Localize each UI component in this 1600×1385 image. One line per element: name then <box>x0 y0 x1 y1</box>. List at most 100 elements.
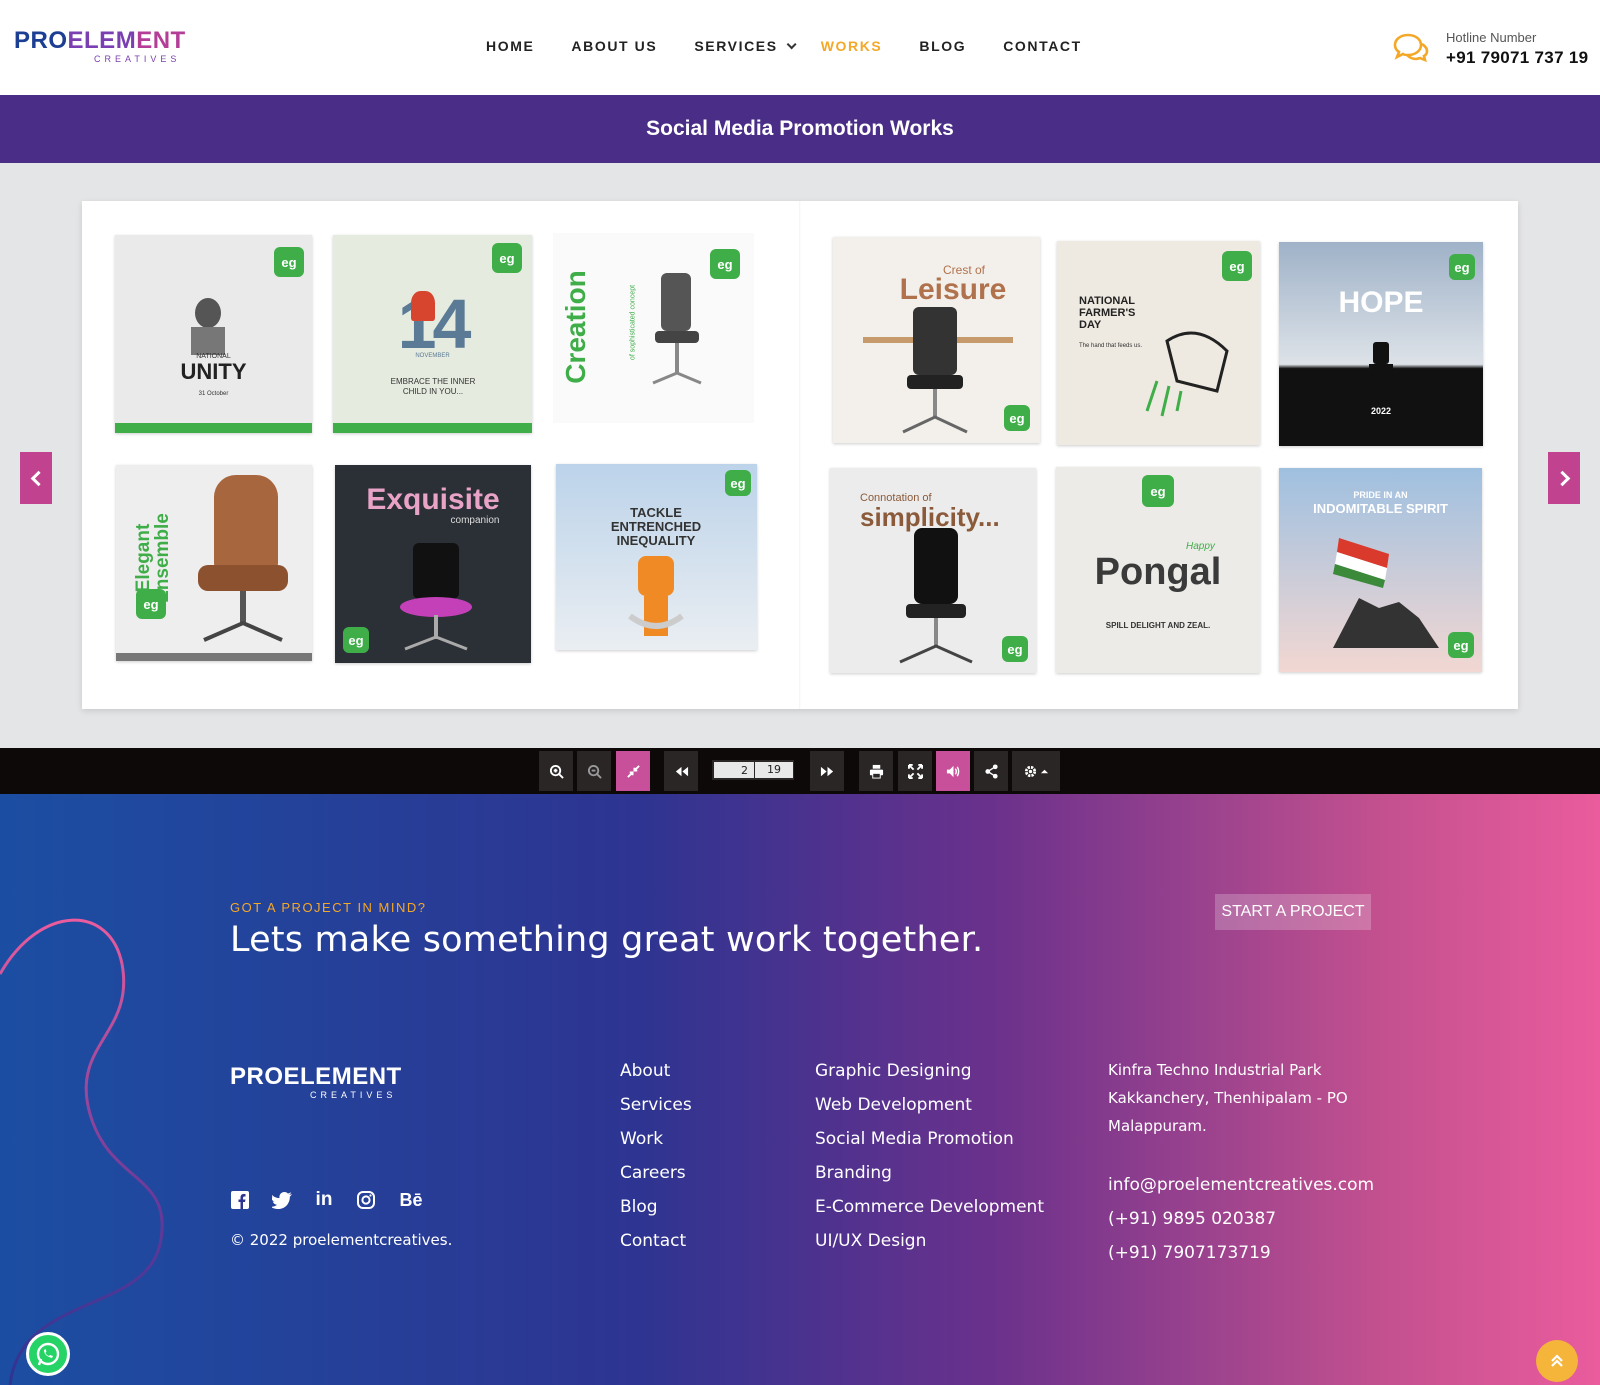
footer-links: About Services Work Careers Blog Contact <box>620 1060 692 1264</box>
start-project-button[interactable]: START A PROJECT <box>1215 894 1371 930</box>
logo-subtitle: CREATIVES <box>94 54 181 64</box>
footer-link-contact[interactable]: Contact <box>620 1230 692 1264</box>
post-happy-pongal[interactable]: eg Happy Pongal SPILL DELIGHT AND ZEAL. <box>1056 467 1260 673</box>
sound-button[interactable] <box>936 751 970 791</box>
address-line: Kakkanchery, Thenhipalam - PO <box>1108 1089 1348 1107</box>
zoom-out-button[interactable] <box>577 751 611 791</box>
share-icon <box>984 763 998 779</box>
social-links: in Bē <box>230 1189 446 1210</box>
page-title: Social Media Promotion Works <box>646 117 954 140</box>
post-creation-chair[interactable]: eg Creation of sophisticated concept <box>553 233 754 423</box>
flipbook-viewer: eg NATIONAL UNITY 31 October eg 14 NOVEM… <box>0 163 1600 748</box>
page-number-input[interactable] <box>714 762 754 778</box>
first-page-button[interactable] <box>664 751 698 791</box>
post-elegant-ensemble[interactable]: eg Elegant Ensemble <box>116 465 312 661</box>
footer-service-social-media[interactable]: Social Media Promotion <box>815 1128 1044 1162</box>
desk-chair-illustration <box>863 307 1013 434</box>
nav-about-us[interactable]: ABOUT US <box>571 38 657 54</box>
behance-icon[interactable]: Bē <box>398 1190 424 1210</box>
brand-badge: eg <box>710 249 740 279</box>
hotline-label: Hotline Number <box>1446 30 1537 45</box>
book-gutter <box>799 201 801 709</box>
farmer-illustration <box>1145 331 1229 417</box>
footer-link-blog[interactable]: Blog <box>620 1196 692 1230</box>
fit-view-button[interactable] <box>616 751 650 791</box>
footer-service-ecommerce[interactable]: E-Commerce Development <box>815 1196 1044 1230</box>
post-tackle-inequality[interactable]: eg TACKLE ENTRENCHED INEQUALITY <box>556 464 757 650</box>
logo-text-pro: PRO <box>14 27 68 54</box>
address-line: Malappuram. <box>1108 1117 1207 1135</box>
last-page-button[interactable] <box>810 751 844 791</box>
zoom-in-icon <box>549 764 564 779</box>
print-button[interactable] <box>859 751 893 791</box>
footer-link-services[interactable]: Services <box>620 1094 692 1128</box>
statue-illustration <box>191 298 225 355</box>
cta-eyebrow: GOT A PROJECT IN MIND? <box>230 900 427 915</box>
expand-icon <box>907 763 923 779</box>
page-title-band: Social Media Promotion Works <box>0 95 1600 163</box>
volume-icon <box>946 765 959 777</box>
brand-badge: eg <box>492 243 522 273</box>
main-nav: HOME ABOUT US SERVICES WORKS BLOG CONTAC… <box>486 38 1119 54</box>
scroll-to-top-button[interactable] <box>1536 1340 1578 1382</box>
flag-soldiers-illustration <box>1333 538 1439 648</box>
facebook-icon[interactable] <box>230 1190 250 1210</box>
chat-bubbles-icon <box>1393 33 1429 63</box>
footer-service-graphic-designing[interactable]: Graphic Designing <box>815 1060 1044 1094</box>
brand-badge: eg <box>1142 475 1174 507</box>
footer-service-ui-ux[interactable]: UI/UX Design <box>815 1230 1044 1264</box>
zoom-in-button[interactable] <box>539 751 573 791</box>
footer-logo[interactable]: PROELEMENT CREATIVES <box>230 1064 402 1101</box>
previous-page-button[interactable] <box>20 452 52 504</box>
share-button[interactable] <box>974 751 1008 791</box>
address-line: Kinfra Techno Industrial Park <box>1108 1061 1322 1079</box>
twitter-icon[interactable] <box>272 1190 292 1210</box>
post-simplicity[interactable]: Connotation of simplicity... eg <box>830 468 1036 673</box>
post-farmers-day[interactable]: eg NATIONAL FARMER'S DAY The hand that f… <box>1057 241 1260 445</box>
raised-fist-illustration <box>628 556 684 636</box>
logo[interactable]: PROELEMENT CREATIVES <box>14 28 199 70</box>
double-chevron-up-icon <box>1551 1354 1563 1367</box>
contact-phone[interactable]: (+91) 7907173719 <box>1108 1242 1374 1276</box>
hotline-number[interactable]: +91 79071 737 19 <box>1446 48 1588 68</box>
zoom-out-icon <box>587 764 602 779</box>
fullscreen-button[interactable] <box>898 751 932 791</box>
footer-link-work[interactable]: Work <box>620 1128 692 1162</box>
post-childrens-day[interactable]: eg 14 NOVEMBER EMBRACE THE INNER CHILD I… <box>333 235 532 433</box>
hotline[interactable]: Hotline Number +91 79071 737 19 <box>1392 28 1597 73</box>
post-unity-day[interactable]: eg NATIONAL UNITY 31 October <box>115 235 312 433</box>
nav-contact[interactable]: CONTACT <box>1003 38 1082 54</box>
mountain-chair-illustration <box>1279 342 1483 446</box>
footer-service-branding[interactable]: Branding <box>815 1162 1044 1196</box>
nav-home[interactable]: HOME <box>486 38 534 54</box>
logo-text-elem: ELEM <box>67 27 137 54</box>
nav-blog[interactable]: BLOG <box>919 38 966 54</box>
print-icon <box>869 764 883 779</box>
brand-badge: eg <box>1002 636 1028 662</box>
settings-button[interactable] <box>1012 751 1060 791</box>
next-page-button[interactable] <box>1548 452 1580 504</box>
contact-phone[interactable]: (+91) 9895 020387 <box>1108 1208 1374 1242</box>
whatsapp-button[interactable] <box>26 1332 70 1376</box>
post-crest-of-leisure[interactable]: Crest of Leisure eg <box>833 237 1040 443</box>
brand-badge: eg <box>1004 405 1030 431</box>
fast-forward-icon <box>820 766 833 776</box>
whatsapp-icon <box>36 1342 60 1366</box>
brand-badge: eg <box>343 627 369 653</box>
nav-services[interactable]: SERVICES <box>694 38 797 54</box>
footer-service-web-development[interactable]: Web Development <box>815 1094 1044 1128</box>
site-footer: GOT A PROJECT IN MIND? Lets make somethi… <box>0 794 1600 1385</box>
post-indomitable-spirit[interactable]: PRIDE IN AN INDOMITABLE SPIRIT eg <box>1279 468 1482 672</box>
instagram-icon[interactable] <box>356 1190 376 1210</box>
rewind-icon <box>675 766 688 776</box>
flipbook-spread[interactable]: eg NATIONAL UNITY 31 October eg 14 NOVEM… <box>82 201 1518 709</box>
footer-link-careers[interactable]: Careers <box>620 1162 692 1196</box>
compress-icon <box>626 764 640 778</box>
footer-services: Graphic Designing Web Development Social… <box>815 1060 1044 1264</box>
post-hope-2022[interactable]: eg HOPE 2022 <box>1279 242 1483 446</box>
contact-email[interactable]: info@proelementcreatives.com <box>1108 1174 1374 1208</box>
nav-works[interactable]: WORKS <box>821 38 883 54</box>
linkedin-icon[interactable]: in <box>314 1189 334 1210</box>
footer-link-about[interactable]: About <box>620 1060 692 1094</box>
post-exquisite-companion[interactable]: Exquisite companion eg <box>335 465 531 663</box>
